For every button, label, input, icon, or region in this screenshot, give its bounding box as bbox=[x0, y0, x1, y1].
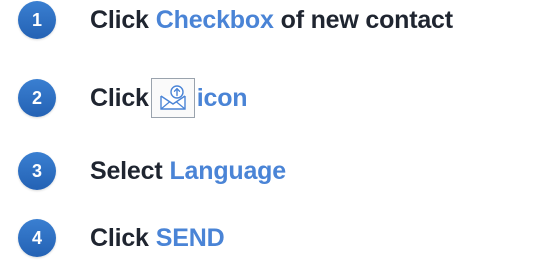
step-target: Language bbox=[169, 156, 286, 185]
step-number-badge: 2 bbox=[18, 79, 56, 117]
step-3: 3 Select Language bbox=[18, 151, 286, 191]
step-target: SEND bbox=[155, 223, 225, 252]
step-4: 4 Click SEND bbox=[18, 218, 225, 258]
step-suffix: of new contact bbox=[280, 5, 453, 34]
step-number-badge: 4 bbox=[18, 219, 56, 257]
step-verb: Click bbox=[90, 83, 149, 112]
step-number-badge: 3 bbox=[18, 152, 56, 190]
step-1: 1 Click Checkbox of new contact bbox=[18, 0, 453, 40]
step-verb: Click bbox=[90, 5, 149, 34]
instruction-steps: 1 Click Checkbox of new contact 2 Click bbox=[0, 0, 546, 260]
step-verb: Click bbox=[90, 223, 149, 252]
step-number-badge: 1 bbox=[18, 1, 56, 39]
step-instruction: Click SEND bbox=[90, 223, 225, 253]
step-target: icon bbox=[196, 83, 248, 112]
envelope-upload-icon bbox=[150, 78, 195, 118]
step-2: 2 Click icon bbox=[18, 78, 248, 118]
step-verb: Select bbox=[90, 156, 163, 185]
step-instruction: Click icon bbox=[90, 78, 248, 118]
step-instruction: Select Language bbox=[90, 157, 286, 186]
step-instruction: Click Checkbox of new contact bbox=[90, 6, 453, 35]
step-target: Checkbox bbox=[155, 5, 274, 34]
